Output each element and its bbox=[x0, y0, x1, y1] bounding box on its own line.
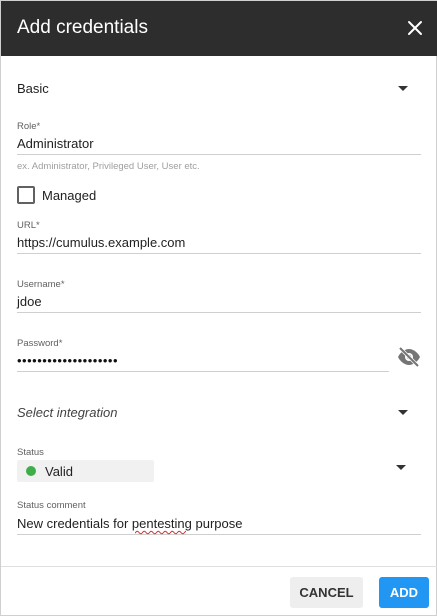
footer-divider bbox=[1, 566, 437, 567]
status-label: Status bbox=[17, 447, 44, 458]
add-button[interactable]: ADD bbox=[379, 577, 429, 608]
status-value: Valid bbox=[45, 464, 73, 479]
managed-label: Managed bbox=[42, 188, 97, 203]
credential-type-select[interactable]: Basic bbox=[17, 75, 421, 103]
credential-type-value: Basic bbox=[17, 81, 49, 96]
integration-select[interactable]: Select integration bbox=[17, 399, 421, 427]
url-input[interactable]: https://cumulus.example.com bbox=[17, 232, 421, 254]
role-label: Role* bbox=[17, 121, 41, 132]
integration-placeholder: Select integration bbox=[17, 405, 118, 420]
status-valid-dot bbox=[26, 466, 36, 476]
spellcheck-word: pentesting bbox=[131, 516, 192, 531]
status-comment-label: Status comment bbox=[17, 500, 86, 511]
password-input[interactable]: •••••••••••••••••••• bbox=[17, 350, 389, 372]
cancel-button[interactable]: CANCEL bbox=[290, 577, 363, 608]
eye-off-icon[interactable] bbox=[397, 347, 421, 367]
managed-checkbox[interactable] bbox=[17, 186, 35, 204]
dialog-header: Add credentials bbox=[1, 1, 437, 56]
password-label: Password* bbox=[17, 338, 63, 349]
chevron-down-icon bbox=[398, 86, 408, 91]
dialog-title: Add credentials bbox=[17, 17, 148, 38]
close-icon[interactable] bbox=[404, 17, 426, 39]
chevron-down-icon[interactable] bbox=[396, 465, 406, 470]
status-comment-input[interactable]: New credentials for pentesting purpose bbox=[17, 512, 421, 535]
role-hint: ex. Administrator, Privileged User, User… bbox=[17, 161, 200, 172]
username-label: Username* bbox=[17, 279, 65, 290]
chevron-down-icon bbox=[398, 410, 408, 415]
username-input[interactable]: jdoe bbox=[17, 291, 421, 313]
url-label: URL* bbox=[17, 220, 40, 231]
role-input[interactable]: Administrator bbox=[17, 133, 421, 155]
status-field: Status bbox=[17, 447, 421, 461]
status-select[interactable]: Valid bbox=[17, 460, 154, 482]
add-credentials-dialog: Add credentials Basic Role* Administrato… bbox=[0, 0, 437, 616]
